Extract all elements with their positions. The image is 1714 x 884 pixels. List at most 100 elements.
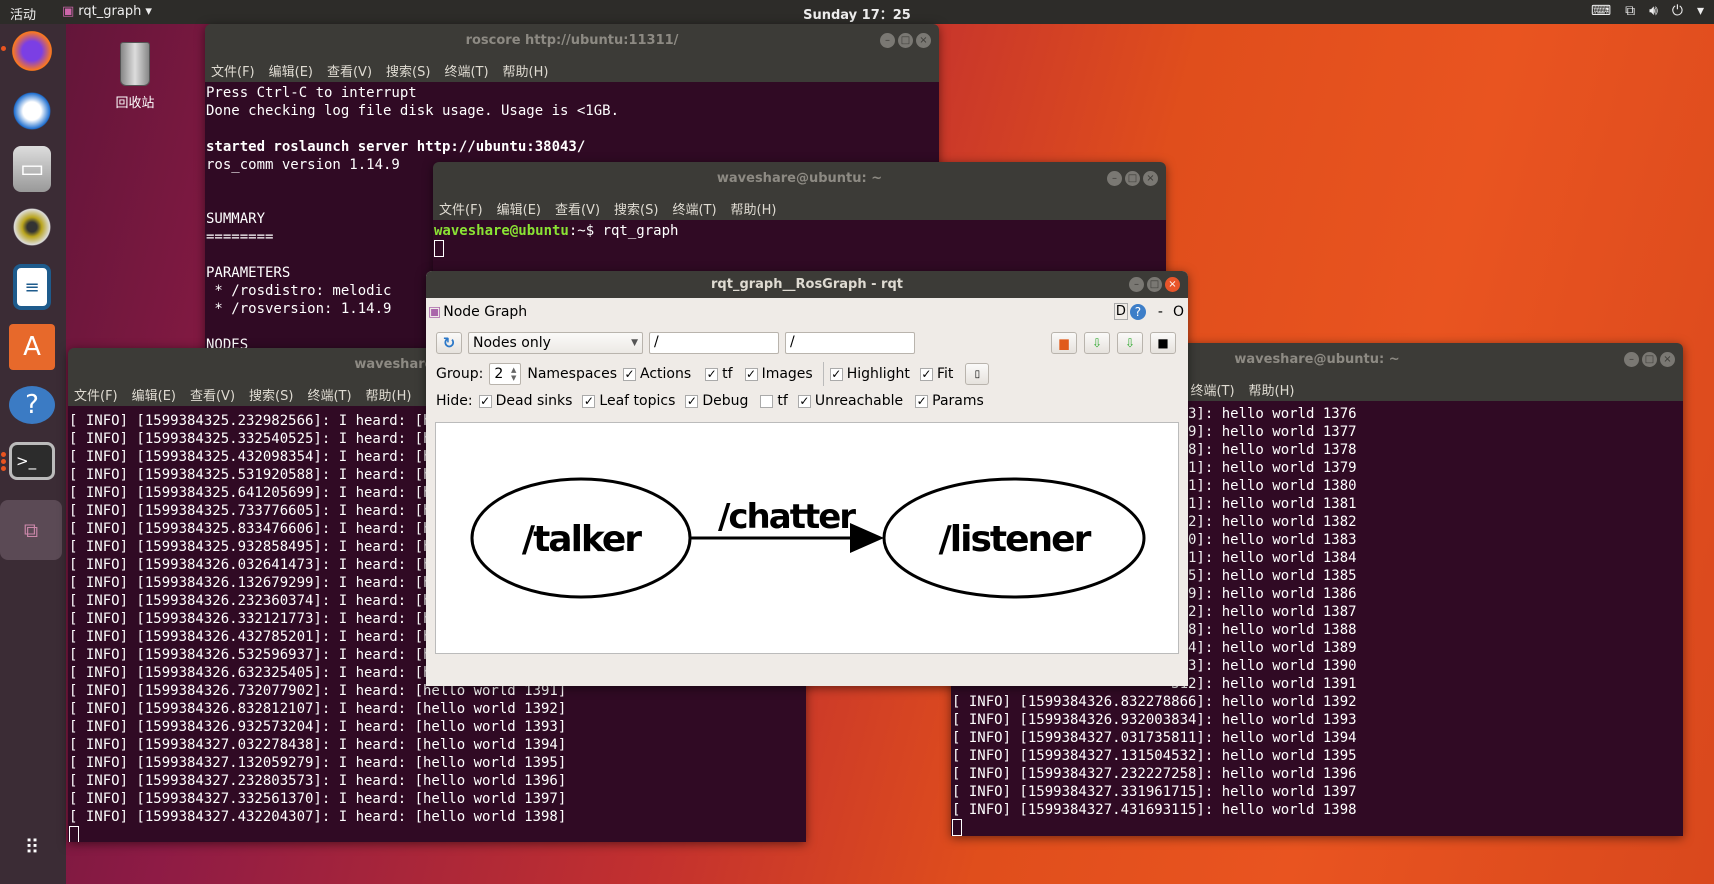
menu-terminal[interactable]: 终端(T) xyxy=(444,61,488,80)
trash-icon xyxy=(120,42,150,86)
terminal-menubar: 文件(F) 编辑(E) 查看(V) 搜索(S) 终端(T) 帮助(H) xyxy=(205,58,939,82)
close-plugin-button[interactable]: O xyxy=(1173,304,1184,320)
libreoffice-writer-icon[interactable]: ≡ xyxy=(13,264,51,310)
chevron-down-icon: ▼ xyxy=(631,338,638,348)
thunderbird-icon[interactable] xyxy=(9,88,55,134)
menu-terminal[interactable]: 终端(T) xyxy=(1190,380,1234,399)
chevron-down-icon: ▾ xyxy=(145,4,152,19)
menu-terminal[interactable]: 终端(T) xyxy=(672,199,716,218)
terminal-line: started roslaunch server http://ubuntu:3… xyxy=(206,139,586,155)
volume-icon[interactable]: 🔊︎ xyxy=(1649,3,1658,19)
refresh-button[interactable]: ↻ xyxy=(436,332,462,354)
maximize-button[interactable]: □ xyxy=(1642,352,1657,367)
save-icon: ⇩ xyxy=(1091,336,1103,350)
fit-in-view-button[interactable]: ▯ xyxy=(965,363,990,385)
menu-search[interactable]: 搜索(S) xyxy=(386,61,430,80)
minimize-button[interactable]: – xyxy=(1107,171,1122,186)
leaf-topics-checkbox[interactable]: ✓ xyxy=(582,394,596,408)
topic-filter-input[interactable]: / xyxy=(785,332,915,354)
log-line: [ INFO] [1599384327.332561370]: I heard:… xyxy=(69,791,567,807)
dead-sinks-checkbox[interactable]: ✓ xyxy=(478,394,492,408)
clock[interactable]: Sunday 17：25 xyxy=(0,4,1714,23)
trash-desktop-icon[interactable]: 回收站 xyxy=(105,42,165,111)
help-icon[interactable]: ? xyxy=(9,386,55,424)
menu-file[interactable]: 文件(F) xyxy=(211,61,255,80)
terminal-menubar: 文件(F) 编辑(E) 查看(V) 搜索(S) 终端(T) 帮助(H) xyxy=(433,196,1166,220)
save-dot-button[interactable]: ⇩ xyxy=(1084,332,1110,354)
firefox-icon[interactable] xyxy=(9,28,55,74)
minimize-button[interactable]: – xyxy=(1129,277,1144,292)
terminal-icon[interactable]: >_ xyxy=(9,442,55,480)
save-image-button[interactable]: ■ xyxy=(1150,332,1176,354)
menu-arrow-icon[interactable]: ▾ xyxy=(1697,3,1704,19)
menu-edit[interactable]: 编辑(E) xyxy=(132,385,176,404)
maximize-button[interactable]: □ xyxy=(1125,171,1140,186)
menu-edit[interactable]: 编辑(E) xyxy=(269,61,313,80)
maximize-button[interactable]: □ xyxy=(898,33,913,48)
app-menu[interactable]: ▣ rqt_graph ▾ xyxy=(62,4,152,19)
menu-help[interactable]: 帮助(H) xyxy=(503,61,549,80)
show-applications-icon[interactable]: ⠿ xyxy=(9,824,55,870)
minimize-button[interactable]: – xyxy=(880,33,895,48)
save-icon: ⇩ xyxy=(1124,336,1136,350)
ros-graph: /talker /listener /chatter xyxy=(470,477,1146,599)
menu-view[interactable]: 查看(V) xyxy=(555,199,600,218)
close-button[interactable]: × xyxy=(1143,171,1158,186)
menu-help[interactable]: 帮助(H) xyxy=(1249,380,1295,399)
group-spinbox[interactable]: 2 ▲ ▼ xyxy=(489,363,522,385)
rhythmbox-icon[interactable] xyxy=(9,204,55,250)
minimize-plugin-button[interactable]: - xyxy=(1158,304,1163,320)
close-button[interactable]: × xyxy=(916,33,931,48)
minimize-button[interactable]: – xyxy=(1624,352,1639,367)
log-line: [ INFO] [1599384326.932003834]: hello wo… xyxy=(952,712,1357,728)
menu-help[interactable]: 帮助(H) xyxy=(731,199,777,218)
menu-help[interactable]: 帮助(H) xyxy=(366,385,412,404)
graph-canvas[interactable]: /talker /listener /chatter xyxy=(435,422,1179,654)
menu-view[interactable]: 查看(V) xyxy=(327,61,372,80)
menu-edit[interactable]: 编辑(E) xyxy=(497,199,541,218)
ubuntu-software-icon[interactable]: A xyxy=(9,324,55,370)
spin-arrows-icon: ▲ ▼ xyxy=(510,366,517,382)
menu-view[interactable]: 查看(V) xyxy=(190,385,235,404)
params-checkbox[interactable]: ✓ xyxy=(915,394,929,408)
maximize-button[interactable]: □ xyxy=(1147,277,1162,292)
system-tray[interactable]: ⌨ ⧉ 🔊︎ ⏻ ▾ xyxy=(1591,3,1704,19)
tf-hide-checkbox[interactable] xyxy=(760,394,774,408)
debug-checkbox[interactable]: ✓ xyxy=(685,394,699,408)
network-icon[interactable]: ⧉ xyxy=(1625,3,1635,19)
rqt-graph-dock-icon[interactable]: ⧉ xyxy=(0,500,62,560)
group-options: Group: 2 ▲ ▼ Namespaces ✓ Actions ✓ tf ✓ Imag… xyxy=(436,362,990,386)
menu-terminal[interactable]: 终端(T) xyxy=(307,385,351,404)
highlight-checkbox[interactable]: ✓ xyxy=(829,367,843,381)
namespace-filter-input[interactable]: / xyxy=(649,332,779,354)
keyboard-icon[interactable]: ⌨ xyxy=(1591,3,1611,19)
images-checkbox[interactable]: ✓ xyxy=(744,367,758,381)
help-button[interactable]: ? xyxy=(1129,303,1146,320)
menu-search[interactable]: 搜索(S) xyxy=(249,385,293,404)
graph-mode-select[interactable]: Nodes only ▼ xyxy=(468,332,643,354)
log-line: [ INFO] [1599384327.131504532]: hello wo… xyxy=(952,748,1357,764)
menu-file[interactable]: 文件(F) xyxy=(439,199,483,218)
window-title: roscore http://ubuntu:11311/ xyxy=(205,24,939,58)
log-line: [ INFO] [1599384327.432204307]: I heard:… xyxy=(69,809,567,825)
unreachable-checkbox[interactable]: ✓ xyxy=(797,394,811,408)
files-icon[interactable]: ▭ xyxy=(13,146,51,192)
dock-toggle-button[interactable]: D xyxy=(1113,303,1128,320)
plugin-header: ▣ Node Graph xyxy=(428,304,527,320)
actions-checkbox[interactable]: ✓ xyxy=(623,367,637,381)
log-line: [ INFO] [1599384327.031735811]: hello wo… xyxy=(952,730,1357,746)
close-button[interactable]: × xyxy=(1165,277,1180,292)
activities-button[interactable]: 活动 xyxy=(10,4,36,23)
menu-search[interactable]: 搜索(S) xyxy=(614,199,658,218)
power-icon[interactable]: ⏻ xyxy=(1672,3,1683,19)
node-graph-icon: ▣ xyxy=(428,304,442,320)
tf-group-checkbox[interactable]: ✓ xyxy=(705,367,719,381)
image-icon: ■ xyxy=(1157,336,1169,350)
save-svg-button[interactable]: ⇩ xyxy=(1117,332,1143,354)
close-button[interactable]: × xyxy=(1660,352,1675,367)
load-dot-button[interactable]: ▆ xyxy=(1051,332,1077,354)
menu-file[interactable]: 文件(F) xyxy=(74,385,118,404)
terminal-line: Press Ctrl-C to interrupt xyxy=(206,85,417,101)
fit-checkbox[interactable]: ✓ xyxy=(919,367,933,381)
images-label: Images xyxy=(761,366,813,382)
